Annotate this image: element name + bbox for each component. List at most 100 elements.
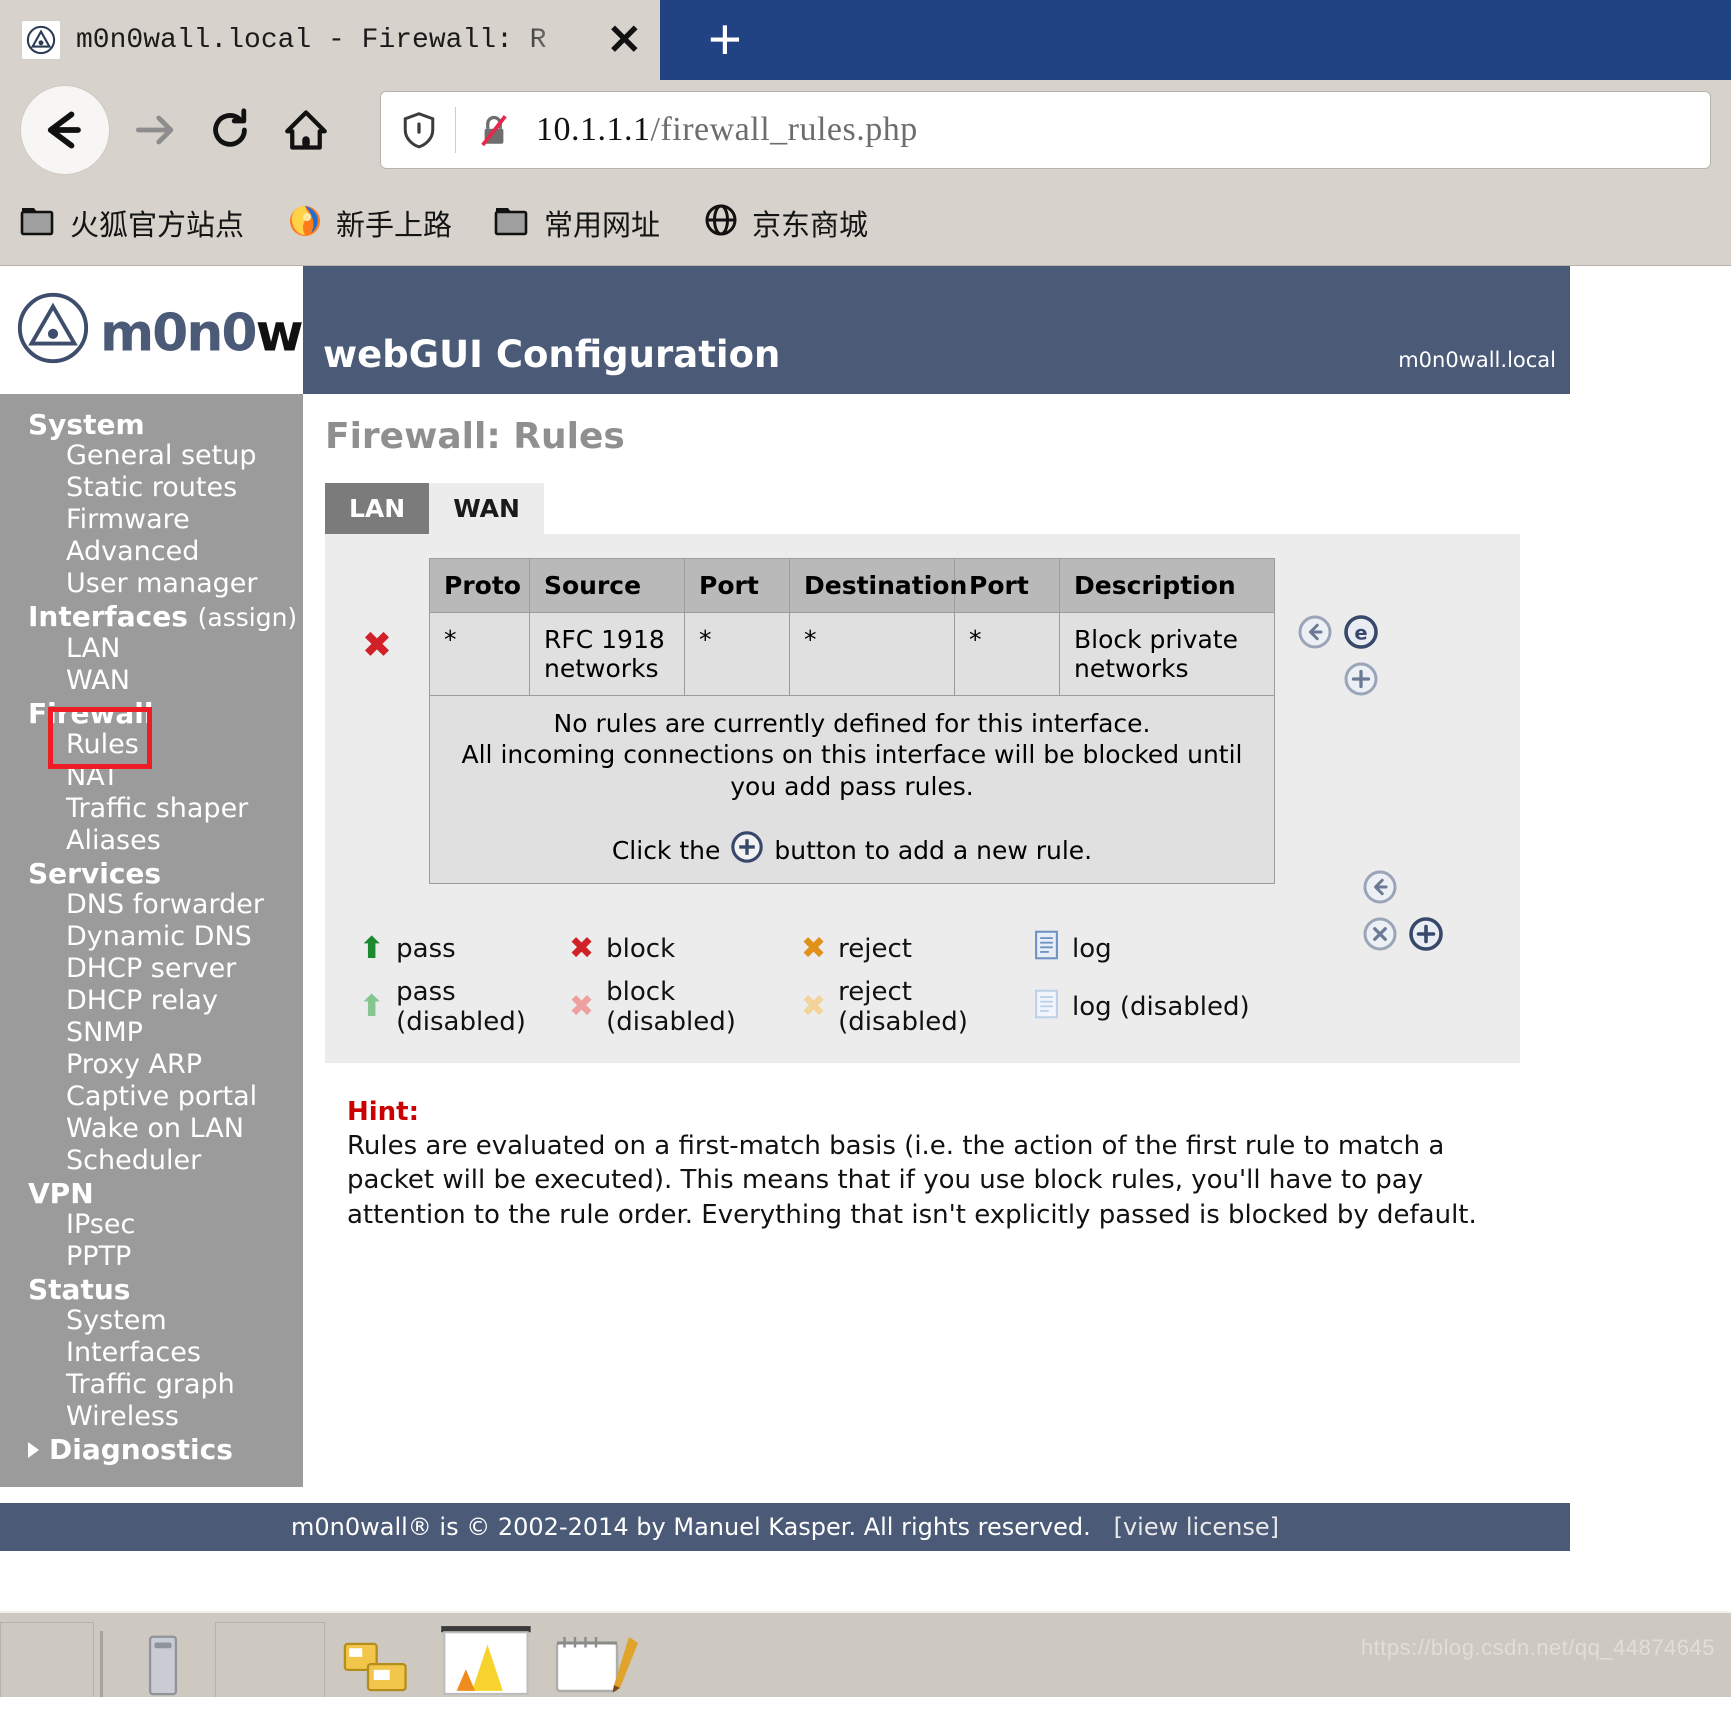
reload-button[interactable] — [192, 92, 268, 168]
sidebar-group-diagnostics[interactable]: Diagnostics — [0, 1433, 303, 1465]
cell-destination: * — [789, 612, 955, 696]
sidebar-item-firmware[interactable]: Firmware — [0, 504, 303, 536]
sidebar-item-user-manager[interactable]: User manager — [0, 568, 303, 600]
legend-pass-disabled: ⬆ pass (disabled) — [359, 977, 569, 1037]
table-row[interactable]: * RFC 1918 networks * * * Block private … — [429, 612, 1275, 696]
sidebar-item-wireless[interactable]: Wireless — [0, 1401, 303, 1433]
insecure-lock-icon[interactable] — [474, 110, 514, 150]
home-button[interactable] — [268, 92, 344, 168]
taskbar-icon-computer[interactable] — [111, 1623, 215, 1697]
sidebar-item-rules[interactable]: Rules — [0, 729, 303, 761]
bookmark-item-0[interactable]: 火狐官方站点 — [20, 202, 244, 244]
address-bar[interactable]: 10.1.1.1/firewall_rules.php — [380, 91, 1711, 169]
sidebar: System General setup Static routes Firmw… — [0, 394, 303, 1487]
legend-pass: ⬆ pass — [359, 930, 569, 967]
sidebar-item-general-setup[interactable]: General setup — [0, 440, 303, 472]
sidebar-item-aliases[interactable]: Aliases — [0, 825, 303, 857]
sidebar-item-status-interfaces[interactable]: Interfaces — [0, 1337, 303, 1369]
view-license-link[interactable]: [view license] — [1114, 1513, 1279, 1541]
taskbar-divider — [100, 1631, 103, 1697]
sidebar-item-snmp[interactable]: SNMP — [0, 1017, 303, 1049]
log-icon — [1033, 989, 1060, 1026]
sidebar-group-system: System — [0, 408, 303, 440]
page-title: Firewall: Rules — [325, 416, 625, 457]
shield-icon[interactable] — [399, 110, 439, 150]
sidebar-group-label: Diagnostics — [49, 1433, 233, 1466]
cell-description: Block private networks — [1059, 612, 1275, 696]
sidebar-item-wan[interactable]: WAN — [0, 665, 303, 697]
table-empty-row: No rules are currently defined for this … — [429, 695, 1275, 884]
arrow-up-icon: ⬆ — [359, 989, 385, 1024]
col-description: Description — [1059, 558, 1275, 613]
sidebar-group-firewall: Firewall — [0, 697, 303, 729]
tab-wan[interactable]: WAN — [429, 483, 544, 534]
back-button[interactable] — [20, 85, 110, 175]
sidebar-item-captive-portal[interactable]: Captive portal — [0, 1081, 303, 1113]
taskbar-slot[interactable] — [215, 1622, 325, 1697]
sidebar-item-ipsec[interactable]: IPsec — [0, 1209, 303, 1241]
browser-toolbar: 10.1.1.1/firewall_rules.php — [0, 80, 1731, 180]
add-rule-bottom-icon[interactable] — [1408, 916, 1444, 957]
taskbar-icon-files[interactable] — [329, 1623, 433, 1697]
bookmark-item-3[interactable]: 京东商城 — [702, 201, 868, 244]
taskbar-slot[interactable] — [0, 1622, 94, 1697]
sidebar-item-traffic-shaper[interactable]: Traffic shaper — [0, 793, 303, 825]
sidebar-item-dhcp-relay[interactable]: DHCP relay — [0, 985, 303, 1017]
sidebar-item-status-system[interactable]: System — [0, 1305, 303, 1337]
rule-actions-add — [1297, 661, 1415, 702]
sidebar-item-static-routes[interactable]: Static routes — [0, 472, 303, 504]
m0n0wall-logo-mark — [14, 289, 92, 372]
sidebar-item-nat[interactable]: NAT — [0, 761, 303, 793]
hint-label: Hint: — [347, 1097, 420, 1127]
sidebar-item-traffic-graph[interactable]: Traffic graph — [0, 1369, 303, 1401]
tab-lan[interactable]: LAN — [325, 483, 430, 534]
add-rule-inline-icon[interactable] — [730, 830, 764, 871]
sidebar-item-dns-forwarder[interactable]: DNS forwarder — [0, 889, 303, 921]
m0n0wall-logo: m0n0wall® — [0, 266, 384, 394]
hint-text: Rules are evaluated on a first-match bas… — [347, 1131, 1477, 1230]
page-footer: m0n0wall® is © 2002-2014 by Manuel Kaspe… — [0, 1503, 1570, 1551]
forward-button[interactable] — [116, 92, 192, 168]
sidebar-item-dynamic-dns[interactable]: Dynamic DNS — [0, 921, 303, 953]
sidebar-item-scheduler[interactable]: Scheduler — [0, 1145, 303, 1177]
move-rule-icon[interactable] — [1362, 869, 1398, 910]
x-icon: ✖ — [801, 930, 827, 966]
empty-cta-before: Click the — [611, 835, 721, 865]
browser-tab-title: m0n0wall.local - Firewall: R — [76, 24, 547, 56]
add-rule-icon[interactable] — [1343, 661, 1379, 702]
bookmark-item-1[interactable]: 新手上路 — [286, 201, 452, 244]
empty-state-cta: Click the button to add a new rule. — [444, 830, 1260, 871]
sidebar-item-proxy-arp[interactable]: Proxy ARP — [0, 1049, 303, 1081]
bottom-actions-row-1 — [1362, 869, 1472, 910]
browser-tab-active[interactable]: m0n0wall.local - Firewall: R ✕ — [0, 0, 660, 80]
edit-rule-icon[interactable]: e — [1343, 614, 1379, 655]
taskbar-icon-notes[interactable] — [545, 1623, 665, 1697]
move-up-icon[interactable] — [1297, 614, 1333, 655]
rules-panel: ✖ Proto Source Port Destination Port Des… — [325, 534, 1520, 1063]
banner-title: webGUI Configuration — [323, 333, 781, 376]
taskbar-icon-presentation[interactable] — [433, 1623, 545, 1697]
sidebar-item-dhcp-server[interactable]: DHCP server — [0, 953, 303, 985]
block-x-icon[interactable]: ✖ — [362, 628, 392, 664]
col-destination: Destination — [789, 558, 967, 613]
folder-icon — [20, 204, 58, 242]
url-text[interactable]: 10.1.1.1/firewall_rules.php — [536, 111, 918, 149]
col-destination-port: Port — [954, 558, 1060, 613]
sidebar-interfaces-assign-link[interactable]: (assign) — [198, 603, 298, 632]
legend-label: block (disabled) — [606, 977, 736, 1037]
close-icon[interactable]: ✕ — [601, 19, 660, 61]
sidebar-item-advanced[interactable]: Advanced — [0, 536, 303, 568]
sidebar-item-wake-on-lan[interactable]: Wake on LAN — [0, 1113, 303, 1145]
sidebar-item-lan[interactable]: LAN — [0, 633, 303, 665]
bookmark-item-2[interactable]: 常用网址 — [494, 202, 660, 244]
rules-wrap: ✖ Proto Source Port Destination Port Des… — [325, 558, 1520, 884]
legend-reject-disabled: ✖ reject (disabled) — [801, 977, 1033, 1037]
delete-rule-icon[interactable] — [1362, 916, 1398, 957]
sidebar-item-pptp[interactable]: PPTP — [0, 1241, 303, 1273]
x-icon: ✖ — [569, 930, 595, 966]
cell-source-port: * — [684, 612, 790, 696]
col-proto: Proto — [429, 558, 530, 613]
new-tab-button[interactable]: + — [660, 0, 1731, 80]
col-source: Source — [529, 558, 685, 613]
log-icon — [1033, 930, 1060, 967]
